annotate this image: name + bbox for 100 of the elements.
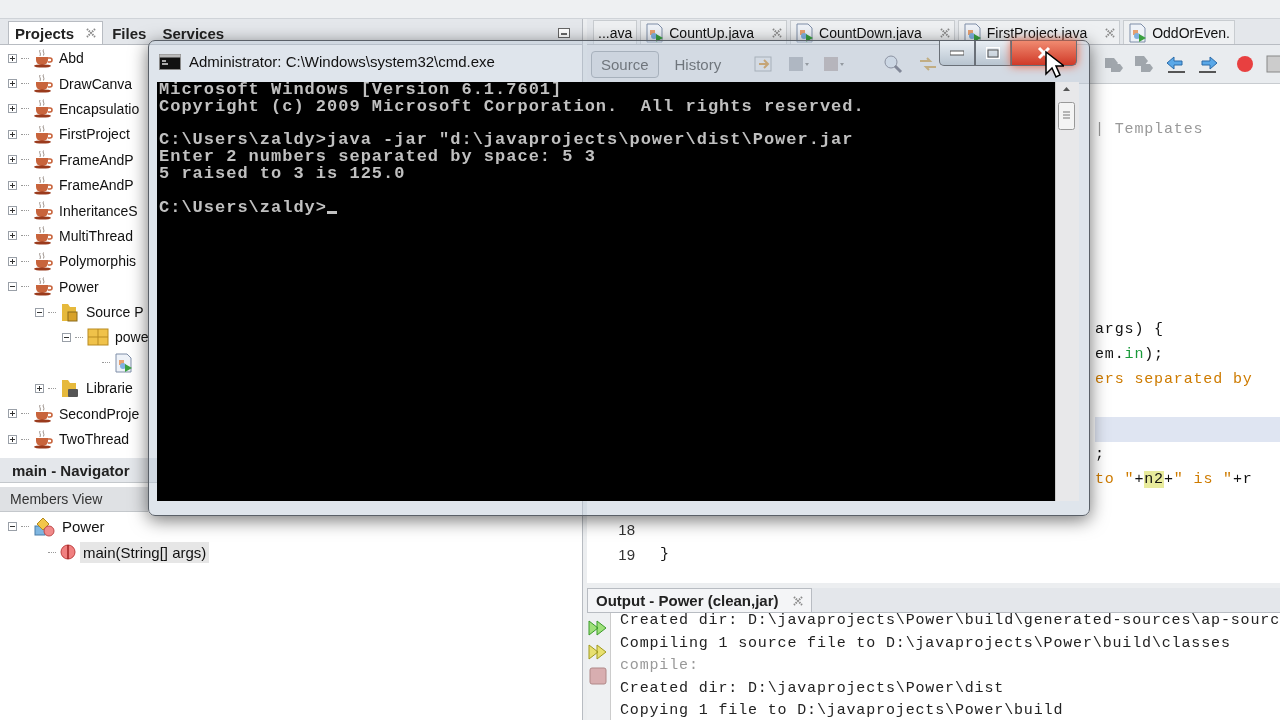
java-file-icon xyxy=(645,22,666,43)
class-shapes-icon xyxy=(33,516,55,537)
output-line: Compiling 1 source file to D:\javaprojects\Power\build\classes xyxy=(619,635,1232,651)
panel-tab[interactable]: Services xyxy=(155,21,232,44)
tree-item[interactable]: InheritanceS xyxy=(57,201,140,220)
tree-item[interactable]: Polymorphis xyxy=(57,252,139,271)
code-line: } xyxy=(660,546,670,563)
expand-toggle[interactable] xyxy=(8,282,17,292)
tree-item[interactable]: powe xyxy=(113,328,151,347)
line-number: 19 xyxy=(617,546,636,563)
console-line: C:\Users\zaldy>java -jar "d:\javaprojects\power\dist\Power.jar xyxy=(159,130,854,150)
console-line: Copyright (c) 2009 Microsoft Corporation. All rights reserved. xyxy=(159,96,865,116)
expand-toggle[interactable] xyxy=(8,129,17,139)
editor-tab[interactable]: CountUp.java xyxy=(640,20,788,44)
console-line: Enter 2 numbers separated by space: 5 3 xyxy=(159,147,596,167)
folder-icon xyxy=(60,301,80,324)
console-line: C:\Users\zaldy> xyxy=(159,197,328,217)
tree-item[interactable]: main(String[] args) xyxy=(80,541,210,563)
tree-item[interactable]: Power xyxy=(59,516,108,538)
maximize-icon xyxy=(986,47,1000,59)
expand-toggle[interactable] xyxy=(62,333,71,342)
java-file-icon xyxy=(962,22,983,43)
tree-item[interactable]: DrawCanva xyxy=(57,74,135,93)
expand-toggle[interactable] xyxy=(8,434,17,444)
mouse-pointer-icon xyxy=(1044,50,1064,80)
coffee-cup-icon xyxy=(33,404,53,424)
output-line: Copying 1 file to D:\javaprojects\Power\build xyxy=(619,703,1065,718)
tree-item[interactable]: FirstProject xyxy=(57,125,132,144)
editor-tab[interactable]: FirstProject.java xyxy=(957,20,1121,44)
expand-toggle[interactable] xyxy=(8,231,17,241)
console-icon xyxy=(159,53,181,70)
minimize-icon[interactable] xyxy=(558,28,570,38)
panel-tab[interactable]: Files xyxy=(105,21,154,44)
code-line: | Templates xyxy=(1095,121,1204,138)
code-line: ; xyxy=(1095,446,1105,463)
java-file-icon xyxy=(114,352,134,373)
close-icon xyxy=(1037,46,1051,60)
method-icon xyxy=(60,544,76,561)
coffee-cup-icon xyxy=(33,124,53,144)
expand-toggle[interactable] xyxy=(8,155,17,165)
minimize-icon xyxy=(950,50,964,56)
tree-item[interactable]: Abd xyxy=(57,49,86,68)
code-line: args) { xyxy=(1095,321,1164,338)
coffee-cup-icon xyxy=(33,150,53,170)
close-icon[interactable] xyxy=(939,27,950,38)
tree-item[interactable]: SecondProje xyxy=(57,404,142,423)
coffee-cup-icon xyxy=(33,48,53,68)
java-file-icon xyxy=(795,22,816,43)
coffee-cup-icon xyxy=(33,74,53,94)
editor-tab[interactable]: CountDown.java xyxy=(790,20,955,44)
expand-toggle[interactable] xyxy=(8,79,17,89)
coffee-cup-icon xyxy=(33,226,53,246)
scrollbar[interactable] xyxy=(1055,82,1079,501)
coffee-cup-icon xyxy=(33,201,53,221)
editor-tab[interactable]: OddOrEven. xyxy=(1123,20,1235,44)
library-folder-icon xyxy=(60,377,80,400)
expand-toggle[interactable] xyxy=(35,383,44,393)
maximize-button[interactable] xyxy=(975,41,1011,66)
expand-toggle[interactable] xyxy=(8,53,17,63)
tree-item[interactable]: MultiThread xyxy=(57,226,135,245)
close-icon[interactable] xyxy=(772,27,783,38)
close-icon[interactable] xyxy=(1105,27,1116,38)
tree-item[interactable]: FrameAndP xyxy=(57,150,136,169)
expand-toggle[interactable] xyxy=(8,104,17,114)
expand-toggle[interactable] xyxy=(8,206,17,216)
output-tab[interactable]: Output - Power (clean,jar) xyxy=(587,588,812,612)
tree-item[interactable]: Source P xyxy=(84,303,146,322)
tree-item[interactable]: FrameAndP xyxy=(57,176,136,195)
output-line: compile: xyxy=(619,658,700,673)
tree-item[interactable]: Power xyxy=(57,277,101,296)
coffee-cup-icon xyxy=(33,429,53,449)
output-line: Created dir: D:\javaprojects\Power\build\generated-sources\ap-sourc xyxy=(619,613,1280,628)
tree-item[interactable]: Encapsulatio xyxy=(57,99,142,118)
code-line: to "+n2+" is "+r xyxy=(1095,471,1253,488)
editor-tab[interactable]: ...ava xyxy=(593,20,638,44)
expand-toggle[interactable] xyxy=(8,409,17,419)
expand-toggle[interactable] xyxy=(35,307,44,317)
shift-right-icon[interactable] xyxy=(1197,54,1220,74)
output-line: Created dir: D:\javaprojects\Power\dist xyxy=(619,680,1006,696)
close-icon[interactable] xyxy=(792,595,803,606)
code-line: em.in); xyxy=(1095,346,1164,363)
coffee-cup-icon xyxy=(33,251,53,271)
panel-tab[interactable]: Projects xyxy=(8,21,104,44)
coffee-cup-icon xyxy=(33,99,53,119)
window-title: Administrator: C:\Windows\system32\cmd.exe xyxy=(189,53,495,70)
view-selector[interactable]: Members View xyxy=(0,487,148,512)
java-file-icon xyxy=(1128,22,1149,43)
expand-toggle[interactable] xyxy=(8,256,17,266)
minimize-button[interactable] xyxy=(939,41,975,66)
console-line: Microsoft Windows [Version 6.1.7601] xyxy=(159,82,563,99)
close-icon[interactable] xyxy=(86,28,97,38)
expand-toggle[interactable] xyxy=(8,180,17,190)
tree-item[interactable]: TwoThread xyxy=(57,430,132,449)
expand-toggle[interactable] xyxy=(8,522,17,532)
code-line: ers separated by xyxy=(1095,371,1253,388)
line-number: 18 xyxy=(617,521,636,538)
scroll-thumb[interactable] xyxy=(1058,102,1075,130)
shift-left-icon[interactable] xyxy=(1165,54,1188,74)
coffee-cup-icon xyxy=(33,277,53,297)
tree-item[interactable]: Librarie xyxy=(84,379,135,398)
